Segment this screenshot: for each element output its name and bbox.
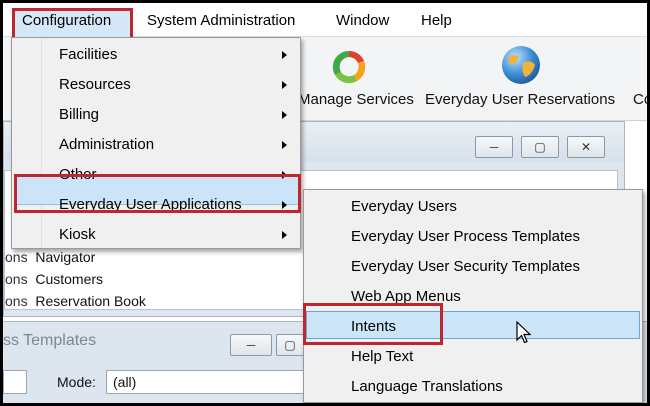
submenu-item-security-templates[interactable]: Everyday User Security Templates — [304, 252, 642, 282]
everyday-user-reservations-label[interactable]: Everyday User Reservations — [425, 91, 615, 108]
nav-row-label: Navigator — [35, 249, 96, 265]
everyday-user-applications-submenu: Everyday Users Everyday User Process Tem… — [303, 189, 643, 403]
minimize-icon[interactable]: ─ — [230, 334, 272, 356]
submenu-item-process-templates[interactable]: Everyday User Process Templates — [304, 222, 642, 252]
submenu-item-language-translations[interactable]: Language Translations — [304, 372, 642, 402]
menu-system-administration[interactable]: System Administration — [147, 11, 295, 31]
submenu-arrow-icon — [282, 81, 287, 89]
menu-item-label: Kiosk — [59, 226, 96, 243]
submenu-arrow-icon — [282, 231, 287, 239]
menu-window[interactable]: Window — [336, 11, 389, 31]
menu-help[interactable]: Help — [421, 11, 452, 31]
submenu-item-label: Language Translations — [351, 378, 503, 395]
maximize-icon[interactable]: ▢ — [521, 136, 559, 158]
menu-item-facilities[interactable]: Facilities — [12, 40, 300, 70]
menu-bar: Configuration System Administration Wind… — [3, 3, 647, 43]
submenu-item-label: Everyday User Security Templates — [351, 258, 580, 275]
submenu-item-label: Help Text — [351, 348, 414, 365]
submenu-item-label: Everyday User Process Templates — [351, 228, 580, 245]
manage-services-icon[interactable] — [329, 47, 369, 87]
menu-item-label: Resources — [59, 76, 131, 93]
nav-row-label: Customers — [35, 271, 104, 287]
minimize-icon[interactable]: ─ — [475, 136, 513, 158]
screenshot-stage: Configuration System Administration Wind… — [0, 0, 650, 406]
mouse-pointer-icon — [516, 321, 532, 344]
nav-row-navigator[interactable]: ons Navigator — [5, 249, 95, 265]
nav-row-customers[interactable]: ons Customers — [5, 271, 103, 287]
close-icon[interactable]: ✕ — [567, 136, 605, 158]
submenu-item-everyday-users[interactable]: Everyday Users — [304, 192, 642, 222]
menu-item-label: Billing — [59, 106, 100, 123]
menu-item-resources[interactable]: Resources — [12, 70, 300, 100]
nav-row-reservation-book[interactable]: ons Reservation Book — [5, 293, 146, 309]
toolbar-item-cut-off[interactable]: Co — [633, 91, 647, 108]
intents-highlight-box — [303, 303, 443, 345]
submenu-arrow-icon — [282, 111, 287, 119]
everyday-user-applications-highlight-box — [14, 174, 301, 213]
manage-services-label[interactable]: Manage Services — [298, 91, 414, 108]
menu-item-label: Administration — [59, 136, 155, 153]
menu-item-administration[interactable]: Administration — [12, 130, 300, 160]
menu-item-label: Facilities — [59, 46, 118, 63]
filter-input[interactable] — [3, 370, 27, 394]
submenu-arrow-icon — [282, 51, 287, 59]
menu-item-kiosk[interactable]: Kiosk — [12, 220, 300, 250]
mode-label: Mode: — [57, 374, 96, 390]
application-window: Configuration System Administration Wind… — [3, 3, 647, 403]
submenu-arrow-icon — [282, 141, 287, 149]
mode-select[interactable]: (all) — [106, 370, 316, 394]
submenu-item-help-text[interactable]: Help Text — [304, 342, 642, 372]
nav-row-prefix: ons — [5, 249, 28, 265]
nav-row-label: Reservation Book — [35, 293, 146, 309]
configuration-dropdown-menu: Facilities Resources Billing Administrat… — [11, 37, 301, 249]
menu-item-billing[interactable]: Billing — [12, 100, 300, 130]
nav-row-prefix: ons — [5, 293, 28, 309]
process-templates-window-title: ss Templates — [3, 332, 97, 349]
globe-icon[interactable] — [499, 43, 543, 87]
menu-configuration[interactable]: Configuration — [22, 11, 111, 31]
maximize-icon[interactable]: ▢ — [276, 334, 304, 356]
submenu-item-label: Everyday Users — [351, 198, 457, 215]
nav-row-prefix: ons — [5, 271, 28, 287]
